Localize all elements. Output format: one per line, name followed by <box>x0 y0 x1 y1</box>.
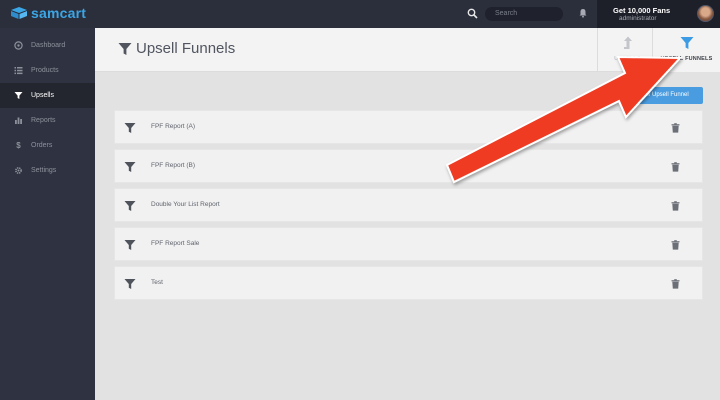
list-icon <box>14 67 23 75</box>
sidebar-item-label: Settings <box>31 167 57 174</box>
funnel-icon <box>680 37 694 49</box>
tab-label: UPSELLS <box>614 56 641 62</box>
new-upsell-funnel-button[interactable]: New Upsell Funnel <box>624 87 703 104</box>
sidebar-item-label: Upsells <box>31 92 54 99</box>
list-item[interactable]: FPF Report (A) <box>114 110 703 144</box>
trash-icon[interactable] <box>671 279 680 289</box>
sidebar-item-orders[interactable]: $ Orders <box>0 133 95 158</box>
funnel-name[interactable]: FPF Report Sale <box>151 240 199 247</box>
dollar-icon: $ <box>16 141 21 150</box>
main-content: Upsell Funnels UPSELLS UPSELL FUNNELS Ne… <box>95 28 720 400</box>
dashboard-icon <box>14 41 23 50</box>
funnel-icon <box>124 201 136 211</box>
list-item[interactable]: Test <box>114 266 703 300</box>
sidebar-item-upsells[interactable]: Upsells <box>0 83 95 108</box>
funnel-icon <box>124 123 136 133</box>
funnel-icon <box>118 43 132 55</box>
trash-icon[interactable] <box>671 201 680 211</box>
bell-icon[interactable] <box>578 8 588 18</box>
sidebar-item-reports[interactable]: Reports <box>0 108 95 133</box>
funnel-icon <box>124 162 136 172</box>
samcart-logo[interactable]: samcart <box>10 5 86 21</box>
sidebar-item-label: Reports <box>31 117 56 124</box>
page-header: Upsell Funnels UPSELLS UPSELL FUNNELS <box>95 28 720 72</box>
user-name: Get 10,000 Fans <box>613 6 671 15</box>
brand-name: samcart <box>31 5 87 21</box>
sidebar-item-label: Products <box>31 67 59 74</box>
funnel-icon <box>14 92 23 99</box>
sidebar-item-label: Orders <box>31 142 53 149</box>
cart-logo-icon <box>11 7 27 19</box>
funnel-name[interactable]: Test <box>151 279 163 286</box>
avatar[interactable] <box>697 5 714 22</box>
tab-label: UPSELL FUNNELS <box>660 56 713 62</box>
upsell-arrow-icon <box>624 36 632 49</box>
page-title: Upsell Funnels <box>136 40 236 57</box>
search-icon[interactable] <box>467 8 478 19</box>
funnel-name[interactable]: FPF Report (B) <box>151 162 195 169</box>
bar-chart-icon <box>15 117 22 124</box>
tab-upsell-funnels[interactable]: UPSELL FUNNELS <box>652 28 720 72</box>
gear-icon <box>15 167 22 174</box>
search-input[interactable]: Search <box>485 7 563 21</box>
tab-upsells[interactable]: UPSELLS <box>597 28 657 72</box>
user-menu[interactable]: Get 10,000 Fans administrator <box>597 0 720 28</box>
trash-icon[interactable] <box>671 123 680 133</box>
trash-icon[interactable] <box>671 240 680 250</box>
list-item[interactable]: FPF Report Sale <box>114 227 703 261</box>
user-role: administrator <box>619 15 657 22</box>
funnel-name[interactable]: FPF Report (A) <box>151 123 195 130</box>
sidebar: Dashboard Products Upsells Reports $ Ord… <box>0 28 95 400</box>
list-item[interactable]: Double Your List Report <box>114 188 703 222</box>
funnel-name[interactable]: Double Your List Report <box>151 201 220 208</box>
sidebar-item-label: Dashboard <box>31 42 66 49</box>
funnel-icon <box>124 240 136 250</box>
list-item[interactable]: FPF Report (B) <box>114 149 703 183</box>
sidebar-item-dashboard[interactable]: Dashboard <box>0 33 95 58</box>
sidebar-item-products[interactable]: Products <box>0 58 95 83</box>
top-bar: samcart Search Get 10,000 Fans administr… <box>0 0 720 28</box>
sidebar-item-settings[interactable]: Settings <box>0 158 95 183</box>
trash-icon[interactable] <box>671 162 680 172</box>
funnel-icon <box>124 279 136 289</box>
